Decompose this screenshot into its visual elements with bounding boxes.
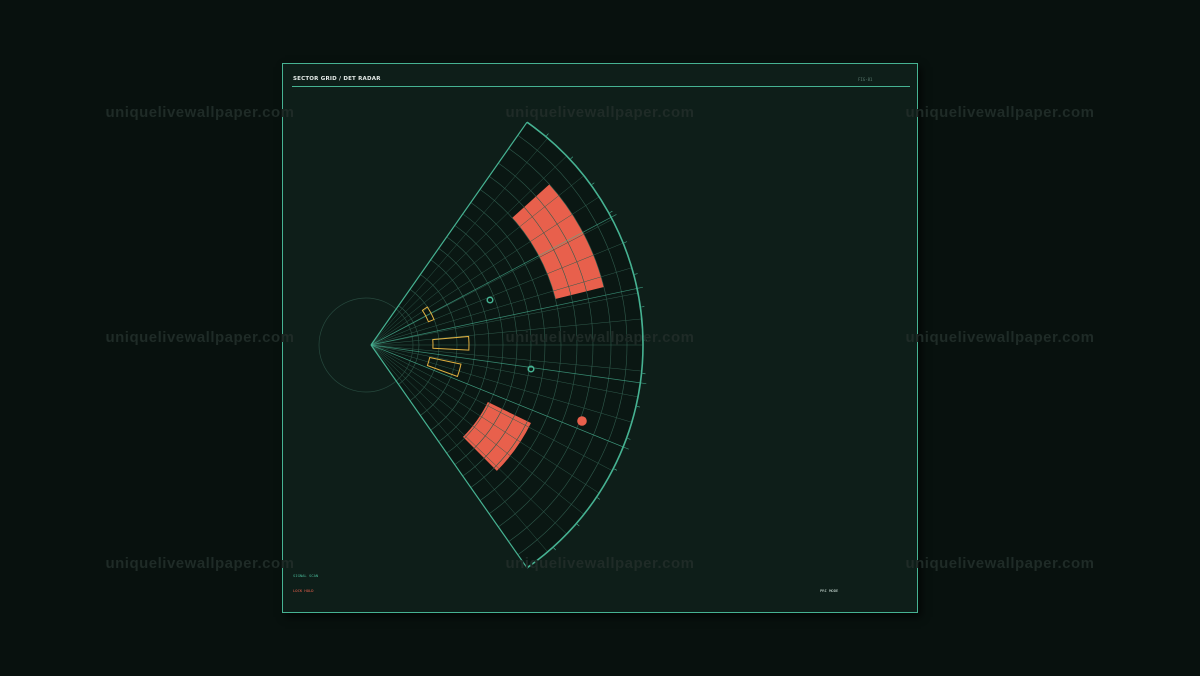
boundary-tick bbox=[624, 241, 628, 244]
boundary-tick bbox=[636, 406, 640, 408]
boundary-tick bbox=[546, 133, 549, 137]
boundary-tick bbox=[597, 497, 600, 500]
boundary-tick bbox=[609, 210, 613, 213]
alert-marker bbox=[577, 416, 587, 426]
boundary-tick bbox=[634, 273, 638, 275]
poster-panel: SECTOR GRID / DET RADAR FIG-81 SIGNAL SC… bbox=[282, 63, 918, 613]
boundary-tick bbox=[576, 523, 580, 527]
boundary-tick bbox=[553, 547, 556, 551]
boundary-tick bbox=[614, 468, 618, 471]
legend-lock: LOCK HOLD bbox=[293, 588, 314, 593]
legend-mode: PRI MODE bbox=[820, 588, 839, 593]
radar-graphic bbox=[318, 121, 647, 569]
boundary-tick bbox=[591, 182, 595, 185]
boundary-tick bbox=[627, 438, 631, 440]
radar-sector bbox=[318, 121, 647, 569]
boundary-tick bbox=[570, 156, 574, 160]
legend-signal: SIGNAL SCAN bbox=[293, 573, 319, 578]
